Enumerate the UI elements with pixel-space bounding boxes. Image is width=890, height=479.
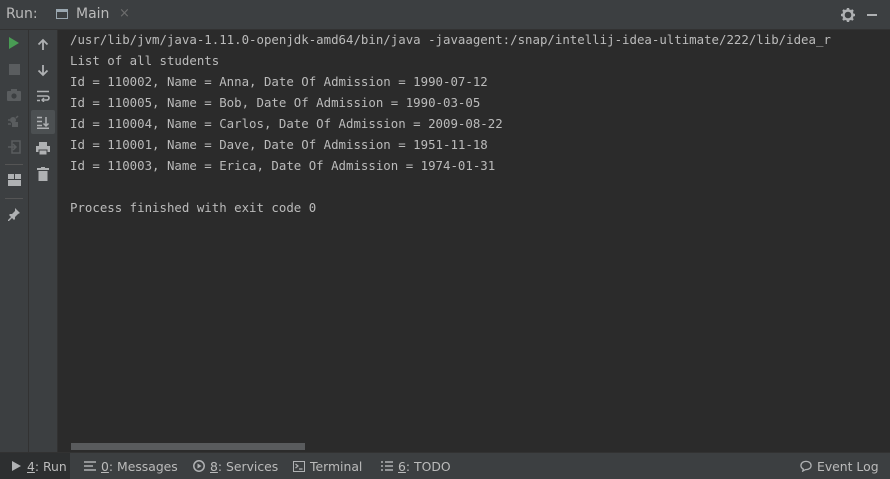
pin-icon[interactable] — [3, 203, 25, 225]
run-icon[interactable] — [3, 32, 25, 54]
tab-main[interactable]: Main × — [48, 3, 136, 27]
console-line: Id = 110005, Name = Bob, Date Of Admissi… — [70, 95, 481, 110]
terminal-icon — [293, 460, 305, 472]
tool-window-event-log[interactable]: Event Log — [800, 453, 879, 479]
terminal-label: Terminal — [310, 458, 363, 474]
messages-mnemonic: 0 — [101, 458, 109, 474]
up-arrow-icon[interactable] — [32, 33, 54, 55]
layout-icon[interactable] — [3, 169, 25, 191]
scroll-to-end-icon[interactable] — [31, 110, 55, 134]
console-line: Id = 110001, Name = Dave, Date Of Admiss… — [70, 137, 488, 152]
run-label: : Run — [34, 458, 67, 474]
console-line: Id = 110002, Name = Anna, Date Of Admiss… — [70, 74, 488, 89]
event-log-label: Event Log — [817, 458, 879, 474]
todo-icon — [381, 460, 393, 472]
console-line: Process finished with exit code 0 — [70, 200, 317, 215]
minimize-icon[interactable] — [867, 14, 877, 16]
todo-mnemonic: 6 — [398, 458, 406, 474]
run-icon — [10, 460, 22, 472]
tool-window-todo[interactable]: 6: TODO — [381, 453, 451, 479]
run-tool-window-header: Run: Main × — [0, 0, 890, 30]
run-actions-toolbar — [0, 30, 29, 452]
console-line: Id = 110004, Name = Carlos, Date Of Admi… — [70, 116, 503, 131]
tool-window-terminal[interactable]: Terminal — [293, 453, 362, 479]
services-mnemonic: 8 — [210, 458, 218, 474]
console-line: List of all students — [70, 53, 220, 68]
camera-icon[interactable] — [3, 84, 25, 106]
console-line: Id = 110003, Name = Erica, Date Of Admis… — [70, 158, 496, 173]
stop-icon[interactable] — [3, 58, 25, 80]
event-log-icon — [800, 460, 812, 472]
gear-icon[interactable] — [840, 7, 856, 23]
console-icon — [56, 9, 68, 19]
tool-window-bar: 4: Run 0: Messages 8: Services Terminal … — [0, 452, 890, 479]
scrollbar-thumb[interactable] — [71, 443, 305, 450]
console-output[interactable]: /usr/lib/jvm/java-1.11.0-openjdk-amd64/b… — [58, 30, 890, 442]
messages-label: : Messages — [108, 458, 178, 474]
tab-main-label: Main — [76, 6, 110, 22]
tool-window-run[interactable]: 4: Run — [0, 453, 70, 479]
messages-icon — [84, 460, 96, 472]
tool-window-messages[interactable]: 0: Messages — [84, 453, 178, 479]
toolbar-divider — [5, 198, 23, 199]
toolbar-divider — [5, 164, 23, 165]
close-icon[interactable]: × — [119, 7, 130, 21]
run-label: Run: — [6, 6, 38, 22]
todo-label: : TODO — [405, 458, 451, 474]
soft-wrap-icon[interactable] — [32, 85, 54, 107]
services-label: : Services — [217, 458, 279, 474]
trash-icon[interactable] — [32, 163, 54, 185]
exit-icon[interactable] — [3, 136, 25, 158]
down-arrow-icon[interactable] — [32, 59, 54, 81]
run-mnemonic: 4 — [27, 458, 35, 474]
tool-window-services[interactable]: 8: Services — [193, 453, 278, 479]
debug-icon[interactable] — [3, 110, 25, 132]
console-line: /usr/lib/jvm/java-1.11.0-openjdk-amd64/b… — [70, 32, 831, 47]
horizontal-scrollbar[interactable] — [58, 442, 890, 452]
services-icon — [193, 460, 205, 472]
print-icon[interactable] — [32, 137, 54, 159]
console-actions-toolbar — [29, 30, 58, 452]
